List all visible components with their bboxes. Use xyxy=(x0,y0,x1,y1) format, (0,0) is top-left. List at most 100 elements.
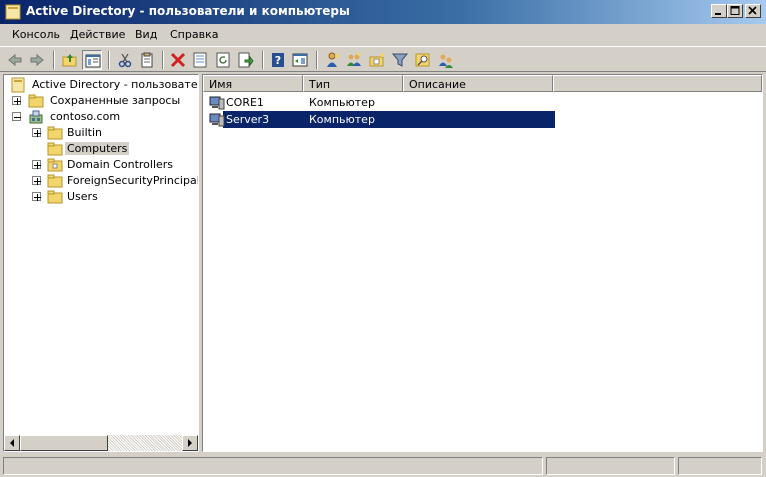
delegate-icon xyxy=(439,54,453,68)
window-title: Active Directory - пользователи и компью… xyxy=(26,4,350,18)
console-tree: Active Directory - пользователи и Сохран… xyxy=(3,74,199,452)
close-button[interactable] xyxy=(745,4,761,18)
show-console-tree-button[interactable] xyxy=(82,50,102,70)
menu-bar: Консоль Действие Вид Справка xyxy=(0,24,766,46)
delegate-button[interactable] xyxy=(436,50,456,70)
toolbar-separator xyxy=(262,51,264,69)
folder-icon xyxy=(47,189,63,205)
forward-button[interactable] xyxy=(27,50,47,70)
up-folder-icon xyxy=(62,54,77,67)
export-list-icon xyxy=(238,52,254,68)
row-type: Компьютер xyxy=(309,113,375,126)
tree-label: Builtin xyxy=(67,126,102,139)
menu-console[interactable]: Консоль xyxy=(12,28,60,41)
delete-icon xyxy=(170,52,186,68)
toolbar-separator xyxy=(316,51,318,69)
tree-root-label: Active Directory - пользователи и xyxy=(32,78,198,91)
up-folder-button[interactable] xyxy=(60,50,80,70)
minimize-button[interactable] xyxy=(711,4,727,18)
title-bar: Active Directory - пользователи и компью… xyxy=(0,0,766,24)
new-ou-button[interactable] xyxy=(367,50,387,70)
folder-icon xyxy=(28,93,44,109)
ad-folder-icon xyxy=(5,4,21,20)
column-header-description[interactable]: Описание xyxy=(403,75,553,92)
column-header-type[interactable]: Тип xyxy=(303,75,403,92)
selection-highlight xyxy=(223,111,555,128)
new-ou-icon xyxy=(369,53,384,67)
row-name: Server3 xyxy=(226,113,270,126)
status-panel-main xyxy=(3,457,543,475)
expand-icon[interactable] xyxy=(32,192,41,201)
row-type: Компьютер xyxy=(309,96,375,109)
find-icon xyxy=(415,53,430,67)
domain-icon xyxy=(28,109,44,125)
tree-label: contoso.com xyxy=(50,110,121,123)
list-row[interactable]: CORE1 Компьютер xyxy=(203,94,555,111)
result-list: Имя Тип Описание CORE1 Компьютер Server3… xyxy=(202,74,763,452)
tree-label: Users xyxy=(67,190,98,203)
column-header-filler xyxy=(553,75,762,92)
list-row-selected[interactable]: Server3 Компьютер xyxy=(203,111,555,128)
new-group-button[interactable] xyxy=(344,50,364,70)
help-icon: ? xyxy=(272,53,284,67)
maximize-button[interactable] xyxy=(727,4,743,18)
copy-button[interactable] xyxy=(137,50,157,70)
svg-text:?: ? xyxy=(275,54,281,67)
status-panel-3 xyxy=(678,457,762,475)
scroll-right-button[interactable] xyxy=(182,435,198,451)
tree-label: Domain Controllers xyxy=(67,158,174,171)
refresh-button[interactable] xyxy=(213,50,233,70)
delete-button[interactable] xyxy=(168,50,188,70)
new-user-button[interactable] xyxy=(322,50,342,70)
tree-label-selected: Computers xyxy=(65,142,130,155)
list-header: Имя Тип Описание xyxy=(203,75,762,92)
forward-icon xyxy=(30,53,44,67)
show-action-pane-icon xyxy=(292,53,308,67)
help-button[interactable]: ? xyxy=(268,50,288,70)
maximize-icon xyxy=(730,6,740,15)
ou-folder-icon xyxy=(47,157,63,173)
properties-button[interactable] xyxy=(190,50,210,70)
show-action-pane-button[interactable] xyxy=(290,50,310,70)
ad-console-icon xyxy=(10,77,26,93)
status-bar xyxy=(0,454,766,477)
menu-view[interactable]: Вид xyxy=(135,28,157,41)
filter-button[interactable] xyxy=(390,50,410,70)
back-button[interactable] xyxy=(5,50,25,70)
new-user-icon xyxy=(327,52,339,67)
arrow-right-icon xyxy=(188,439,192,447)
scroll-left-button[interactable] xyxy=(4,435,20,451)
expand-icon[interactable] xyxy=(32,176,41,185)
menu-action[interactable]: Действие xyxy=(70,28,125,41)
new-group-icon xyxy=(347,52,361,66)
toolbar-separator xyxy=(53,51,55,69)
copy-icon xyxy=(141,52,153,68)
tree-label: ForeignSecurityPrincipals xyxy=(67,174,199,187)
scrollbar-thumb[interactable] xyxy=(20,435,108,451)
tree-horizontal-scrollbar[interactable] xyxy=(4,435,198,451)
export-list-button[interactable] xyxy=(236,50,256,70)
close-icon xyxy=(748,6,757,15)
column-header-name[interactable]: Имя xyxy=(203,75,303,92)
scrollbar-track[interactable] xyxy=(108,435,182,451)
minimize-icon xyxy=(715,13,721,15)
tree-label: Сохраненные запросы xyxy=(50,94,181,107)
collapse-icon[interactable] xyxy=(12,112,21,121)
folder-icon xyxy=(47,141,63,157)
expand-icon[interactable] xyxy=(32,128,41,137)
cut-button[interactable] xyxy=(115,50,135,70)
properties-icon xyxy=(193,52,207,68)
filter-icon xyxy=(392,53,408,67)
folder-icon xyxy=(47,125,63,141)
find-button[interactable] xyxy=(413,50,433,70)
toolbar-separator xyxy=(162,51,164,69)
expand-icon[interactable] xyxy=(12,96,21,105)
computer-icon xyxy=(209,112,225,128)
status-panel-2 xyxy=(546,457,675,475)
menu-help[interactable]: Справка xyxy=(170,28,218,41)
refresh-icon xyxy=(216,52,230,68)
folder-icon xyxy=(47,173,63,189)
expand-icon[interactable] xyxy=(32,160,41,169)
show-console-tree-icon xyxy=(85,54,101,68)
back-icon xyxy=(8,53,22,67)
